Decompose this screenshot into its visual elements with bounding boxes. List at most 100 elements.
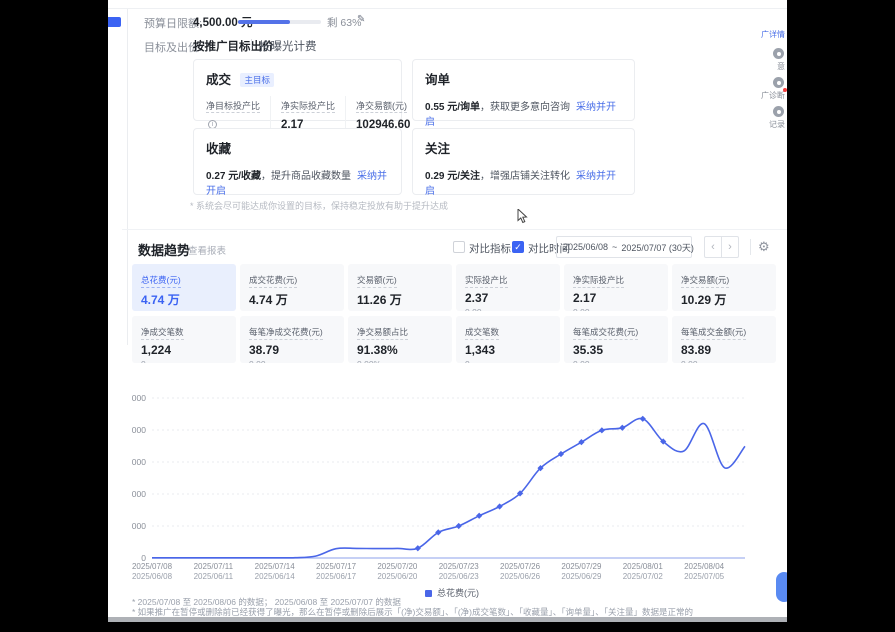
- x-tick-label-compare: 2025/06/23: [439, 572, 480, 581]
- y-tick-label: 5,000: [132, 393, 146, 403]
- metric-card[interactable]: 净交易额占比91.38%0.00%: [348, 316, 452, 363]
- goal-card-title: 收藏: [206, 142, 231, 156]
- m-value: 1,224: [141, 343, 227, 357]
- goal-price: 0.29 元/关注: [425, 171, 480, 182]
- notification-dot: [783, 88, 787, 92]
- m-value: 83.89: [681, 343, 767, 357]
- trend-line-chart: 01,0002,0003,0004,0005,0002025/07/082025…: [132, 386, 787, 586]
- app-window: 广详情 意 广诊断 记录 预算日限额: 4,500.00 元 剩 63% ✎ 目…: [108, 0, 787, 622]
- main-series-line: [152, 418, 745, 557]
- x-tick-label-current: 2025/07/29: [561, 562, 602, 571]
- data-point-marker[interactable]: [599, 427, 605, 433]
- m-label: 成交花费(元): [249, 274, 297, 288]
- goal-card-title: 关注: [425, 142, 450, 156]
- date-range-start[interactable]: 2025/06/08: [563, 242, 608, 252]
- m-value: 38.79: [249, 343, 335, 357]
- m-label: 净交易额占比: [357, 326, 408, 340]
- x-tick-label-compare: 2025/06/17: [316, 572, 357, 581]
- m-label: 成交笔数: [465, 326, 499, 340]
- edit-budget-icon[interactable]: ✎: [357, 14, 365, 25]
- m-value: 91.38%: [357, 343, 443, 357]
- goal-desc: ，提升商品收藏数量: [261, 171, 351, 182]
- sidebar-item-active-badge[interactable]: [108, 17, 121, 27]
- compare-metric-checkbox[interactable]: [453, 241, 465, 253]
- m-sub: 0.00: [681, 310, 767, 311]
- goal-price: 0.55 元/询单: [425, 102, 480, 113]
- prev-period-button[interactable]: ‹: [704, 236, 722, 258]
- m-sub: 0.00: [573, 307, 659, 311]
- m-label: 总花费(元): [141, 274, 181, 288]
- metric-card-grid: 总花费(元)4.74 万0.00成交花费(元)4.74 万0.00交易额(元)1…: [132, 264, 778, 363]
- m-value: 4.74 万: [249, 291, 335, 308]
- x-tick-label-compare: 2025/07/02: [623, 572, 664, 581]
- sidebar-item-diagnosis[interactable]: 广诊断: [761, 90, 785, 101]
- data-point-marker[interactable]: [415, 545, 421, 551]
- camera-icon[interactable]: [773, 77, 784, 88]
- x-tick-label-current: 2025/07/11: [194, 562, 234, 571]
- metric-card[interactable]: 总花费(元)4.74 万0.00: [132, 264, 236, 311]
- legend-label: 总花费(元): [437, 588, 479, 598]
- metric-card[interactable]: 净实际投产比2.170.00: [564, 264, 668, 311]
- line-chart-svg: 01,0002,0003,0004,0005,0002025/07/082025…: [132, 386, 787, 586]
- legend-swatch: [425, 590, 432, 597]
- floating-feedback-button[interactable]: [776, 572, 787, 602]
- x-tick-label-current: 2025/07/26: [500, 562, 541, 571]
- sidebar-item-detail[interactable]: 广详情: [761, 29, 785, 40]
- x-tick-label-current: 2025/07/17: [316, 562, 357, 571]
- m-label: 每笔成交花费(元): [573, 326, 638, 340]
- m-sub: 0.00: [465, 307, 551, 311]
- bidding-separator: [251, 39, 252, 50]
- m-sub: 0.00: [681, 359, 767, 363]
- m-value: 11.26 万: [357, 291, 443, 308]
- gear-icon[interactable]: ⚙: [758, 239, 770, 255]
- goal-card-deal: 成交 主目标 净目标投产比i 2.45 ✎ 净实际投产比 2.17 净交易额(元…: [193, 59, 402, 121]
- m-sub: 0: [141, 359, 227, 363]
- data-point-marker[interactable]: [619, 425, 625, 431]
- view-report-link[interactable]: 查看报表: [188, 243, 226, 257]
- top-divider: [108, 8, 787, 9]
- goal-price: 0.27 元/收藏: [206, 171, 261, 182]
- metric-card[interactable]: 成交笔数1,3430: [456, 316, 560, 363]
- x-tick-label-compare: 2025/06/08: [132, 572, 173, 581]
- m-value: 35.35: [573, 343, 659, 357]
- metric-card[interactable]: 每笔成交花费(元)35.350.00: [564, 316, 668, 363]
- clock-icon[interactable]: [773, 106, 784, 117]
- bottom-scrollbar-strip[interactable]: [108, 617, 787, 622]
- budget-progress-bar: [238, 20, 321, 24]
- metric-card[interactable]: 每笔成交金额(元)83.890.00: [672, 316, 776, 363]
- metric-card[interactable]: 成交花费(元)4.74 万0.00: [240, 264, 344, 311]
- x-tick-label-compare: 2025/06/29: [561, 572, 602, 581]
- x-tick-label-current: 2025/08/04: [684, 562, 725, 571]
- mouse-cursor-icon: [517, 209, 529, 224]
- section-divider: [122, 229, 787, 230]
- data-point-marker[interactable]: [456, 523, 462, 529]
- x-tick-label-compare: 2025/06/26: [500, 572, 541, 581]
- date-range-picker[interactable]: 2025/06/08 ~ 2025/07/07 (30天): [556, 236, 692, 258]
- x-tick-label-compare: 2025/07/05: [684, 572, 725, 581]
- bidding-option-exposure[interactable]: 按曝光计费: [259, 38, 317, 54]
- sidebar-item-history[interactable]: 记录: [769, 119, 785, 130]
- metric-card[interactable]: 每笔净成交花费(元)38.790.00: [240, 316, 344, 363]
- sidebar-item-creative[interactable]: 意: [777, 61, 785, 72]
- m-sub: 0.00: [141, 310, 227, 311]
- date-range-end[interactable]: 2025/07/07 (30天): [621, 241, 694, 254]
- next-period-button[interactable]: ›: [721, 236, 739, 258]
- m-sub: 0.00: [357, 310, 443, 311]
- goal-desc: ，获取更多意向咨询: [480, 102, 570, 113]
- x-tick-label-current: 2025/07/14: [255, 562, 296, 571]
- metric-card[interactable]: 净交易额(元)10.29 万0.00: [672, 264, 776, 311]
- main-goal-badge: 主目标: [240, 73, 274, 87]
- metric-card[interactable]: 实际投产比2.370.00: [456, 264, 560, 311]
- data-point-marker[interactable]: [476, 513, 482, 519]
- compare-time-checkbox[interactable]: ✓: [512, 241, 524, 253]
- metric-card[interactable]: 净成交笔数1,2240: [132, 316, 236, 363]
- compare-metric-label[interactable]: 对比指标: [469, 241, 511, 256]
- x-tick-label-current: 2025/07/23: [439, 562, 480, 571]
- metric-card[interactable]: 交易额(元)11.26 万0.00: [348, 264, 452, 311]
- system-note: * 系统会尽可能达成你设置的目标，保持稳定投放有助于提升达成: [190, 199, 448, 212]
- goal-desc: ，增强店铺关注转化: [480, 171, 570, 182]
- idea-icon[interactable]: [773, 48, 784, 59]
- controls-separator: [750, 239, 751, 255]
- y-tick-label: 4,000: [132, 425, 146, 435]
- data-point-marker[interactable]: [497, 503, 503, 509]
